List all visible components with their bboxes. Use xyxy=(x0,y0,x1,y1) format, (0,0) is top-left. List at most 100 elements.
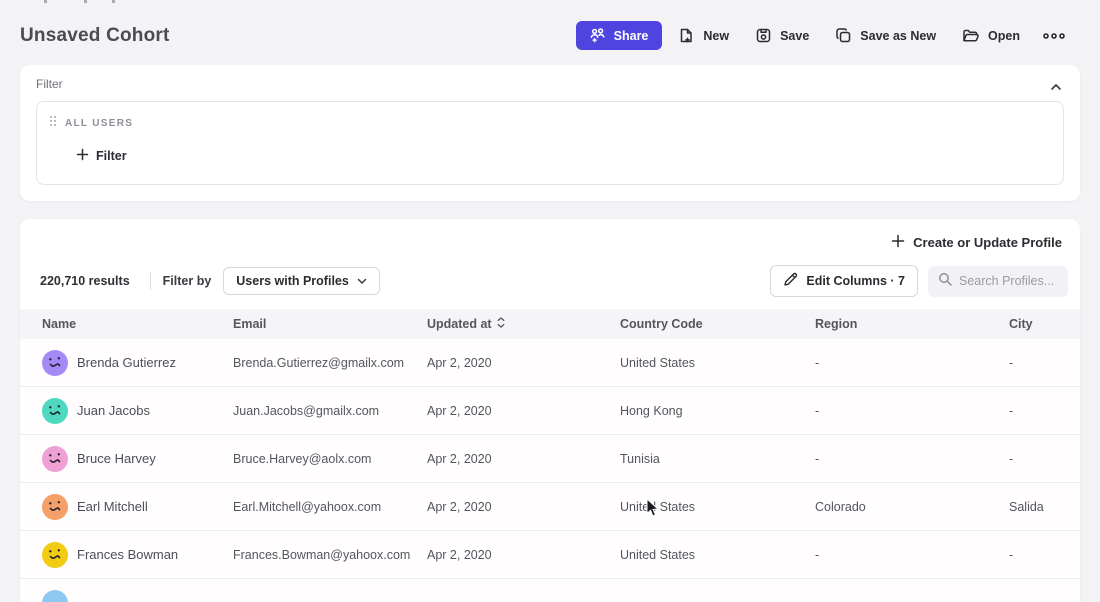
save-as-new-button[interactable]: Save as New xyxy=(825,20,946,51)
save-as-new-button-label: Save as New xyxy=(860,29,936,43)
add-filter-button[interactable]: Filter xyxy=(76,148,127,164)
chevron-up-icon xyxy=(1050,79,1062,94)
page-header: Unsaved Cohort Share New xyxy=(0,0,1100,65)
table-row[interactable]: Frances Bowman Frances.Bowman@yahoox.comA… xyxy=(20,531,1080,579)
ellipsis-icon xyxy=(1042,32,1066,40)
name-cell: Earl Mitchell xyxy=(42,494,233,520)
city-cell: - xyxy=(1009,452,1080,466)
edit-columns-button[interactable]: Edit Columns · 7 xyxy=(770,265,918,297)
column-header-name[interactable]: Name xyxy=(42,317,233,331)
name-cell: Frances Bowman xyxy=(42,542,233,568)
city-cell: - xyxy=(1009,404,1080,418)
column-header-label: Email xyxy=(233,317,266,331)
table-row-partial[interactable] xyxy=(20,579,1080,602)
edit-columns-label: Edit Columns · 7 xyxy=(806,274,905,288)
copy-icon xyxy=(835,27,852,44)
country-code-cell: Tunisia xyxy=(620,452,815,466)
share-users-icon xyxy=(590,28,606,43)
collapse-filter-button[interactable] xyxy=(1046,75,1066,98)
updated-at-cell: Apr 2, 2020 xyxy=(427,500,620,514)
country-code-cell: United States xyxy=(620,356,815,370)
email-cell: Earl.Mitchell@yahoox.com xyxy=(233,500,427,514)
filter-group: ALL USERS Filter xyxy=(36,101,1064,185)
name-cell: Juan Jacobs xyxy=(42,398,233,424)
sort-icon xyxy=(497,317,505,331)
pencil-icon xyxy=(783,272,798,290)
country-code-cell: Hong Kong xyxy=(620,404,815,418)
avatar xyxy=(42,398,68,424)
column-header-label: Country Code xyxy=(620,317,703,331)
email-cell: Juan.Jacobs@gmailx.com xyxy=(233,404,427,418)
clipped-text-artifact xyxy=(112,0,115,3)
plus-icon xyxy=(76,148,89,164)
new-button[interactable]: New xyxy=(668,20,739,51)
save-button[interactable]: Save xyxy=(745,20,819,51)
filter-panel-label: Filter xyxy=(36,77,1064,91)
profiles-toolbar: 220,710 results Filter by Users with Pro… xyxy=(20,251,1080,309)
avatar xyxy=(42,494,68,520)
column-header-label: Updated at xyxy=(427,317,492,331)
share-button-label: Share xyxy=(614,29,649,43)
column-header-label: Name xyxy=(42,317,76,331)
table-row[interactable]: Earl Mitchell Earl.Mitchell@yahoox.comApr… xyxy=(20,483,1080,531)
share-button[interactable]: Share xyxy=(576,21,663,50)
create-or-update-profile-button[interactable]: Create or Update Profile xyxy=(891,234,1062,251)
plus-icon xyxy=(891,234,905,251)
column-header-email[interactable]: Email xyxy=(233,317,427,331)
profile-name: Bruce Harvey xyxy=(77,451,156,466)
page-title: Unsaved Cohort xyxy=(20,25,170,47)
column-header-label: City xyxy=(1009,317,1033,331)
region-cell: Colorado xyxy=(815,500,1009,514)
divider xyxy=(150,272,151,290)
open-button-label: Open xyxy=(988,29,1020,43)
search-profiles xyxy=(928,266,1068,297)
save-icon xyxy=(755,27,772,44)
profile-name: Brenda Gutierrez xyxy=(77,355,176,370)
table-header: Name Email Updated at Country Code RegionCit… xyxy=(20,309,1080,339)
region-cell: - xyxy=(815,404,1009,418)
profile-type-dropdown[interactable]: Users with Profiles xyxy=(223,267,380,295)
updated-at-cell: Apr 2, 2020 xyxy=(427,356,620,370)
avatar xyxy=(42,590,68,602)
email-cell: Bruce.Harvey@aolx.com xyxy=(233,452,427,466)
column-header-region[interactable]: Region xyxy=(815,317,1009,331)
name-cell: Bruce Harvey xyxy=(42,446,233,472)
table-row[interactable]: Juan Jacobs Juan.Jacobs@gmailx.comApr 2, … xyxy=(20,387,1080,435)
add-filter-label: Filter xyxy=(96,149,127,163)
doodle-face-icon xyxy=(42,494,68,520)
table-row[interactable]: Brenda GutierrezBrenda.Gutierrez@gmailx.… xyxy=(20,339,1080,387)
profile-name: Juan Jacobs xyxy=(77,403,150,418)
search-profiles-input[interactable] xyxy=(959,274,1058,288)
country-code-cell: United States xyxy=(620,500,815,514)
new-button-label: New xyxy=(703,29,729,43)
profile-name: Earl Mitchell xyxy=(77,499,148,514)
doodle-face-icon xyxy=(42,398,68,424)
filter-panel: Filter ALL USERS Filter xyxy=(20,65,1080,201)
table-body: Brenda GutierrezBrenda.Gutierrez@gmailx.… xyxy=(20,339,1080,602)
new-document-icon xyxy=(678,27,695,44)
profile-name: Frances Bowman xyxy=(77,547,178,562)
create-or-update-profile-label: Create or Update Profile xyxy=(913,235,1062,250)
save-button-label: Save xyxy=(780,29,809,43)
profiles-panel: Create or Update Profile 220,710 results… xyxy=(20,219,1080,602)
updated-at-cell: Apr 2, 2020 xyxy=(427,404,620,418)
open-button[interactable]: Open xyxy=(952,21,1030,51)
city-cell: Salida xyxy=(1009,500,1080,514)
profile-type-dropdown-value: Users with Profiles xyxy=(236,274,349,288)
header-actions: Share New Save xyxy=(576,20,1072,51)
name-cell xyxy=(42,590,233,602)
table-row[interactable]: Bruce HarveyBruce.Harvey@aolx.comApr 2, … xyxy=(20,435,1080,483)
name-cell: Brenda Gutierrez xyxy=(42,350,233,376)
column-header-updated-at[interactable]: Updated at xyxy=(427,317,620,331)
clipped-text-artifact xyxy=(84,0,87,3)
doodle-face-icon xyxy=(42,350,68,376)
region-cell: - xyxy=(815,452,1009,466)
more-options-button[interactable] xyxy=(1036,25,1072,47)
clipped-text-artifact xyxy=(44,0,47,3)
column-header-country-code[interactable]: Country Code xyxy=(620,317,815,331)
column-header-city[interactable]: City xyxy=(1009,317,1080,331)
drag-handle-icon[interactable] xyxy=(49,114,57,132)
doodle-face-icon xyxy=(42,542,68,568)
email-cell: Frances.Bowman@yahoox.com xyxy=(233,548,427,562)
updated-at-cell: Apr 2, 2020 xyxy=(427,548,620,562)
